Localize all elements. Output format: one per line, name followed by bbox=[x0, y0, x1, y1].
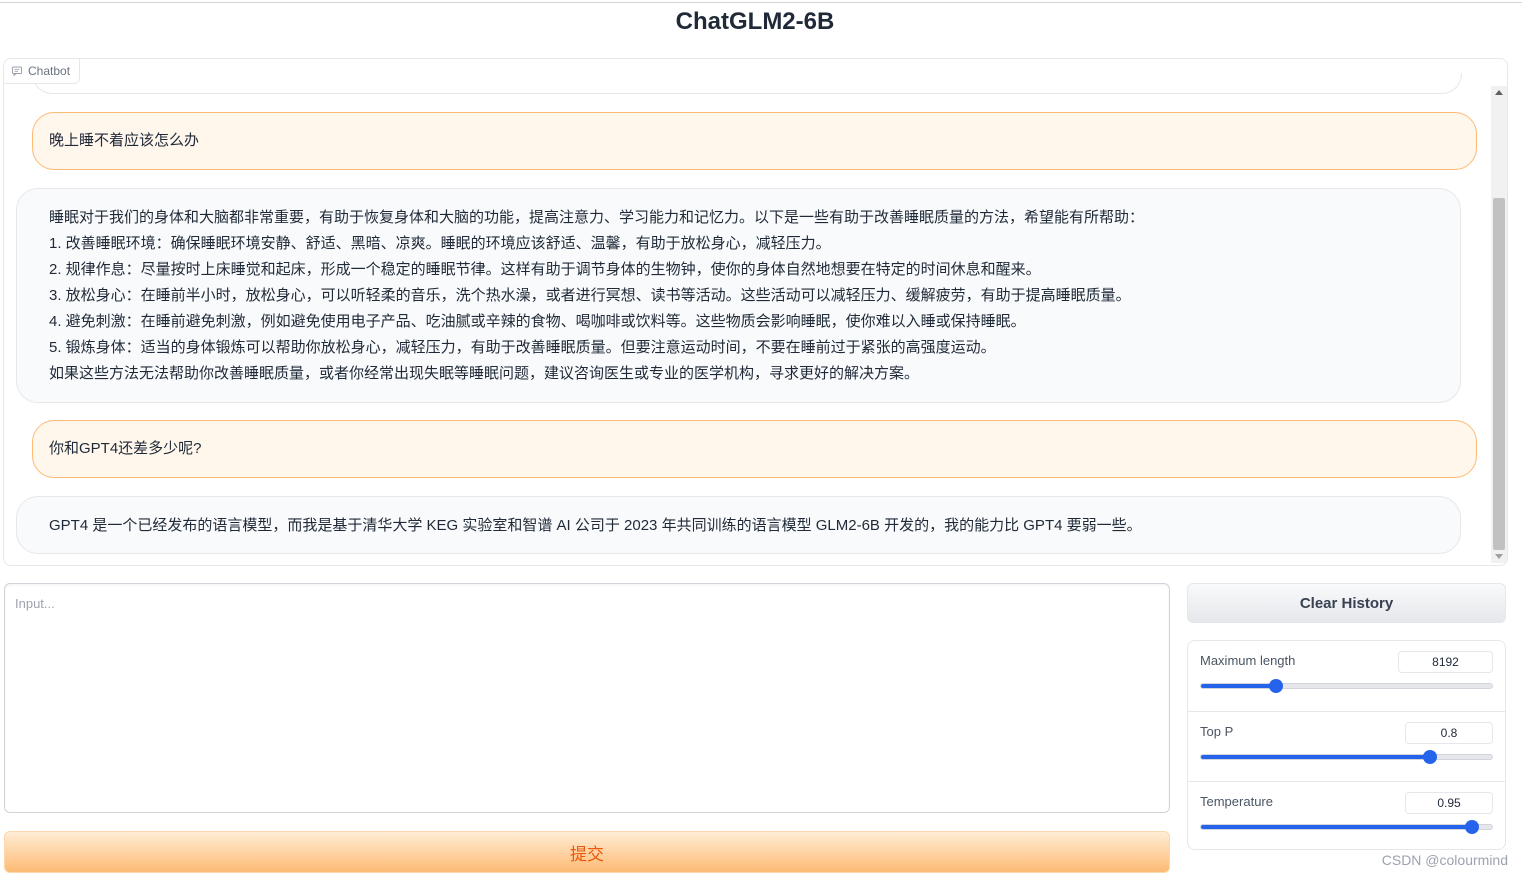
previous-message-bubble bbox=[32, 73, 1462, 94]
temperature-label: Temperature bbox=[1200, 794, 1273, 809]
user-message-text: 你和GPT4还差多少呢? bbox=[49, 440, 202, 457]
top-p-value[interactable]: 0.8 bbox=[1405, 722, 1493, 744]
top-p-thumb[interactable] bbox=[1423, 750, 1438, 764]
bot-message-line: 如果这些方法无法帮助你改善睡眠质量，或者你经常出现失眠等睡眠问题，建议咨询医生或… bbox=[49, 365, 920, 382]
chat-history[interactable]: 晚上睡不着应该怎么办 睡眠对于我们的身体和大脑都非常重要，有助于恢复身体和大脑的… bbox=[4, 59, 1489, 565]
scroll-up-icon[interactable] bbox=[1495, 90, 1503, 95]
user-message: 晚上睡不着应该怎么办 bbox=[32, 112, 1477, 170]
bot-message-line: GPT4 是一个已经发布的语言模型，而我是基于清华大学 KEG 实验室和智谱 A… bbox=[49, 517, 1142, 534]
chat-icon bbox=[12, 66, 22, 76]
chat-scrollbar[interactable] bbox=[1491, 86, 1507, 563]
top-p-track[interactable] bbox=[1200, 754, 1493, 760]
message-input[interactable] bbox=[5, 584, 1169, 812]
bot-message-line: 3. 放松身心：在睡前半小时，放松身心，可以听轻柔的音乐，洗个热水澡，或者进行冥… bbox=[49, 287, 1131, 304]
clear-history-button[interactable]: Clear History bbox=[1187, 583, 1506, 623]
bot-message-line: 5. 锻炼身体：适当的身体锻炼可以帮助你放松身心，减轻压力，有助于改善睡眠质量。… bbox=[49, 339, 996, 356]
submit-button[interactable]: 提交 bbox=[4, 831, 1170, 873]
top-p-label: Top P bbox=[1200, 724, 1234, 739]
bot-message: 睡眠对于我们的身体和大脑都非常重要，有助于恢复身体和大脑的功能，提高注意力、学习… bbox=[16, 188, 1461, 403]
max-length-label: Maximum length bbox=[1200, 653, 1296, 668]
top-divider bbox=[0, 2, 1522, 3]
max-length-value[interactable]: 8192 bbox=[1398, 651, 1493, 673]
top-p-slider-block: Top P 0.8 bbox=[1188, 711, 1505, 782]
bot-message-line: 1. 改善睡眠环境：确保睡眠环境安静、舒适、黑暗、凉爽。睡眠的环境应该舒适、温馨… bbox=[49, 235, 831, 252]
chatbot-label: Chatbot bbox=[4, 59, 81, 84]
scroll-thumb[interactable] bbox=[1493, 198, 1505, 550]
temperature-track[interactable] bbox=[1200, 824, 1493, 830]
message-input-container bbox=[4, 583, 1170, 813]
temperature-value[interactable]: 0.95 bbox=[1405, 792, 1493, 814]
scroll-down-icon[interactable] bbox=[1495, 554, 1503, 559]
max-length-track[interactable] bbox=[1200, 683, 1493, 689]
page-title: ChatGLM2-6B bbox=[675, 8, 835, 35]
chatbot-panel: 晚上睡不着应该怎么办 睡眠对于我们的身体和大脑都非常重要，有助于恢复身体和大脑的… bbox=[3, 58, 1508, 566]
temperature-slider-block: Temperature 0.95 bbox=[1188, 781, 1505, 849]
bot-message-line: 2. 规律作息：尽量按时上床睡觉和起床，形成一个稳定的睡眠节律。这样有助于调节身… bbox=[49, 261, 1041, 278]
temperature-thumb[interactable] bbox=[1465, 820, 1480, 834]
parameters-panel: Maximum length 8192 Top P 0.8 Temperatur… bbox=[1187, 640, 1506, 850]
user-message-text: 晚上睡不着应该怎么办 bbox=[49, 132, 200, 149]
max-length-thumb[interactable] bbox=[1269, 679, 1284, 693]
chatbot-label-text: Chatbot bbox=[28, 64, 71, 78]
bot-message: GPT4 是一个已经发布的语言模型，而我是基于清华大学 KEG 实验室和智谱 A… bbox=[16, 496, 1461, 554]
bot-message-line: 4. 避免刺激：在睡前避免刺激，例如避免使用电子产品、吃油腻或辛辣的食物、喝咖啡… bbox=[49, 313, 1026, 330]
user-message: 你和GPT4还差多少呢? bbox=[32, 420, 1477, 478]
max-length-slider-block: Maximum length 8192 bbox=[1188, 641, 1505, 711]
bot-message-line: 睡眠对于我们的身体和大脑都非常重要，有助于恢复身体和大脑的功能，提高注意力、学习… bbox=[49, 209, 1145, 226]
watermark: CSDN @colourmind bbox=[1381, 852, 1508, 868]
